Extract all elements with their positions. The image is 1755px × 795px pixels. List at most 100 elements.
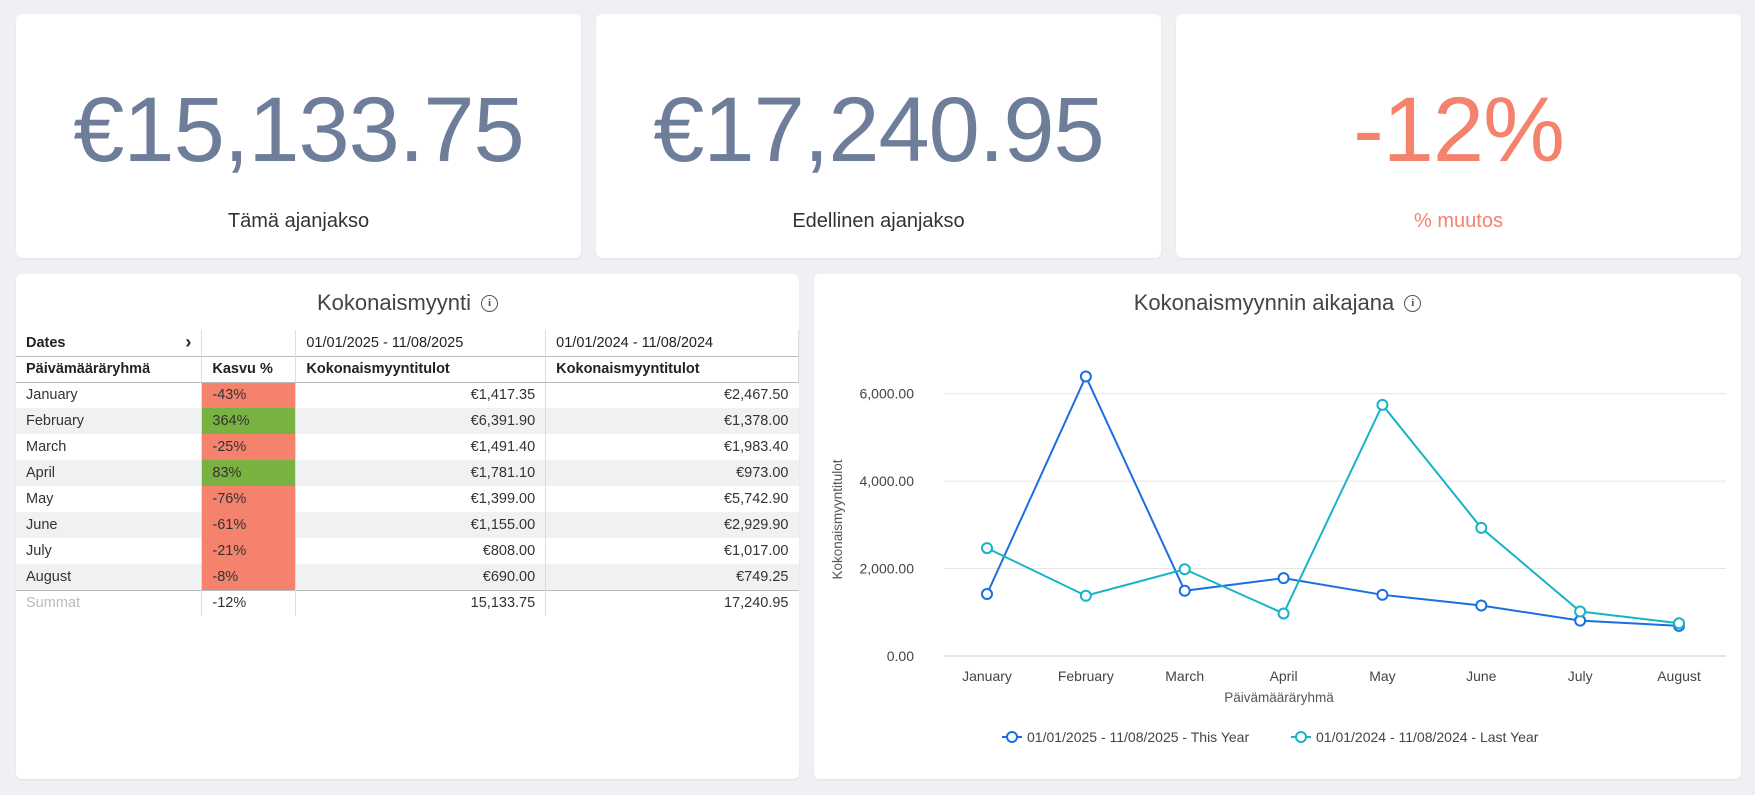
series-line [986,402,1680,625]
this-period-cell: €1,155.00 [295,512,546,538]
column-header[interactable]: Kokonaismyyntitulot [545,355,799,383]
totals-row: Summat -12% 15,133.75 17,240.95 [16,589,799,616]
this-period-cell: €6,391.90 [295,408,546,434]
blank-header [201,330,296,356]
month-cell: May [26,491,54,507]
column-header[interactable]: Päivämääräryhmä [16,355,202,383]
this-period-cell: €1,491.40 [295,434,546,460]
series-line [986,374,1680,627]
last-period-cell: €2,467.50 [545,382,799,408]
last-period-cell: €749.25 [545,564,799,590]
totals-growth: -12% [201,589,296,616]
data-point [981,542,993,555]
table-row: July -21% €808.00 €1,017.00 [16,538,799,564]
data-point [1079,589,1092,602]
data-point [1475,599,1488,612]
growth-cell: -21% [201,538,296,564]
data-point [1376,588,1389,601]
totals-last: 17,240.95 [545,589,799,616]
growth-cell: -76% [201,486,296,512]
range-this-header: 01/01/2025 - 11/08/2025 [295,330,546,356]
month-cell: January [26,387,78,404]
kpi-value: €17,240.95 [653,79,1104,181]
kpi-label: Edellinen ajanjakso [792,210,965,232]
month-cell: August [16,564,202,590]
y-tick-label: 0.00 [887,648,914,664]
kpi-label: % muutos [1414,210,1503,232]
y-axis-title: Kokonaismyyntitulot [830,459,845,579]
data-point [1574,605,1587,618]
x-tick-label: February [1058,668,1114,684]
x-tick-label: April [1270,668,1298,684]
data-point [1376,398,1389,411]
y-tick-label: 4,000.00 [860,473,915,489]
kpi-card-this-period: €15,133.75 Tämä ajanjakso [16,14,581,258]
data-point [1277,572,1290,585]
table-row: April 83% €1,781.10 €973.00 [16,460,799,486]
this-period-cell: €1,417.35 [295,382,546,408]
table-row: January -43% €1,417.35 €2,467.50 [16,382,799,408]
kpi-card-percent-change: -12% % muutos [1176,14,1741,258]
data-point [1079,370,1092,383]
kpi-value: -12% [1353,79,1565,181]
x-tick-label: July [1568,668,1593,684]
panel-title-row: Kokonaismyynti i [16,290,799,316]
kpi-card-previous-period: €17,240.95 Edellinen ajanjakso [596,14,1161,258]
last-period-cell: €5,742.90 [545,486,799,512]
totals-this: 15,133.75 [295,589,546,616]
table-column-header-row: Päivämääräryhmä Kasvu % Kokonaismyyntitu… [16,355,799,383]
table-row: February 364% €6,391.90 €1,378.00 [16,408,799,434]
growth-cell: 83% [201,460,296,486]
this-period-cell: €690.00 [295,564,546,590]
table-row: March -25% €1,491.40 €1,983.40 [16,434,799,460]
month-cell: March [26,439,67,455]
sales-table-panel: Kokonaismyynti i Dates › 01/01/2025 - 11… [16,274,799,779]
last-period-cell: €2,929.90 [545,512,799,538]
legend-label[interactable]: 01/01/2024 - 11/08/2024 - Last Year [1316,729,1539,745]
month-cell: July [26,543,52,559]
growth-cell: 364% [201,408,296,434]
y-tick-label: 2,000.00 [860,561,915,577]
table-row: August -8% €690.00 €749.25 [16,564,799,590]
data-point [1178,563,1191,576]
sales-timeline-panel: Kokonaismyynnin aikajana i 0.00 2,000.00 4… [814,274,1741,779]
last-period-cell: €1,983.40 [545,434,799,460]
month-cell: April [16,460,202,486]
dates-header[interactable]: Dates › [16,330,202,356]
table-row: May -76% €1,399.00 €5,742.90 [16,486,799,512]
last-period-cell: €973.00 [545,460,799,486]
growth-cell: -8% [201,564,296,590]
data-point [981,588,993,601]
data-point [1475,521,1488,534]
growth-cell: -61% [201,512,296,538]
line-chart: 0.00 2,000.00 4,000.00 6,000.00 January Febru… [830,370,1726,745]
kpi-label: Tämä ajanjakso [227,210,370,232]
table-header-row: Dates › 01/01/2025 - 11/08/2025 01/01/20… [16,330,799,356]
legend-swatch-marker [1295,731,1307,743]
range-last-header: 01/01/2024 - 11/08/2024 [545,330,799,356]
panel-title: Kokonaismyynti [316,290,472,315]
x-tick-label: June [1466,668,1497,684]
x-tick-label: August [1657,668,1701,684]
month-cell: February [16,408,202,434]
column-header[interactable]: Kokonaismyyntitulot [295,355,546,383]
this-period-cell: €1,781.10 [295,460,546,486]
growth-cell: -25% [201,434,296,460]
last-period-cell: €1,017.00 [545,538,799,564]
last-period-cell: €1,378.00 [545,408,799,434]
legend-swatch-marker [1006,731,1018,743]
x-axis-title: Päivämääräryhmä [1224,690,1334,705]
kpi-value: €15,133.75 [73,79,524,181]
data-point [1178,584,1191,597]
column-header[interactable]: Kasvu % [201,355,296,383]
data-point [1673,617,1685,630]
this-period-cell: €808.00 [295,538,546,564]
sales-table: Dates › 01/01/2025 - 11/08/2025 01/01/20… [16,330,799,616]
data-point [1277,607,1290,620]
chevron-right-icon[interactable]: › [185,332,191,353]
growth-cell: -43% [201,382,296,408]
this-period-cell: €1,399.00 [295,486,546,512]
month-cell: June [16,512,202,538]
info-icon[interactable]: i [481,294,499,312]
legend-label[interactable]: 01/01/2025 - 11/08/2025 - This Year [1027,729,1249,745]
